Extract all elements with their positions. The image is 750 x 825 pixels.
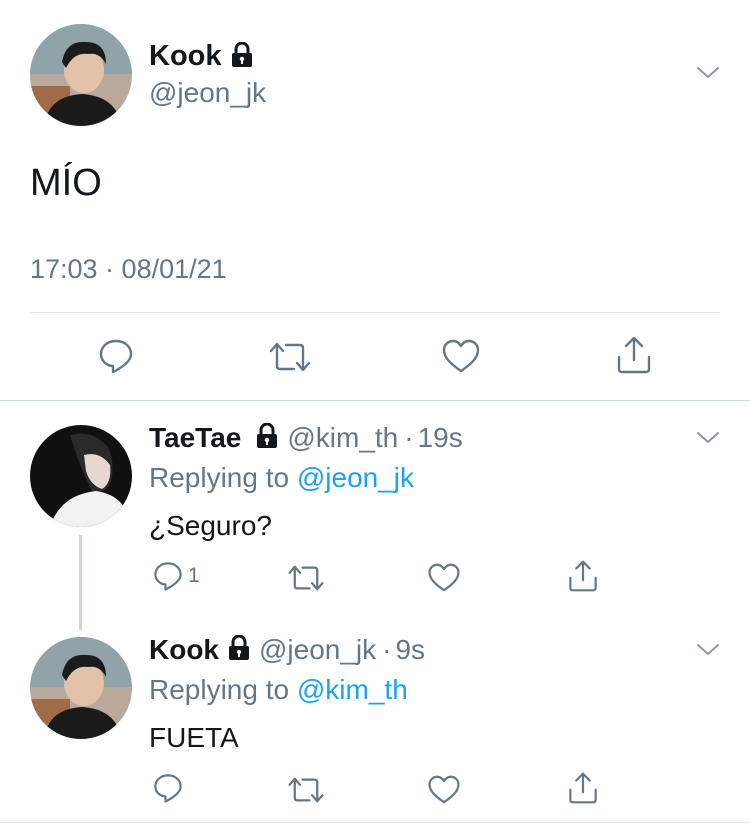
divider	[0, 822, 750, 823]
reply-display-name[interactable]: Kook	[149, 634, 219, 666]
reply-avatar[interactable]	[30, 637, 132, 739]
reply-button[interactable]	[97, 337, 135, 375]
main-tweet-text: MÍO	[30, 162, 102, 204]
reply-avatar[interactable]	[30, 425, 132, 527]
retweet-button[interactable]	[268, 340, 312, 374]
separator-dot: ·	[382, 634, 392, 665]
share-button[interactable]	[567, 771, 599, 805]
divider	[30, 312, 720, 313]
like-button[interactable]	[441, 338, 481, 374]
avatar-image	[30, 637, 132, 739]
share-icon	[617, 336, 651, 374]
reply-handle[interactable]: @kim_th	[287, 422, 398, 454]
lock-icon	[227, 634, 251, 666]
mention-link[interactable]: @jeon_jk	[297, 462, 414, 493]
reply-text: ¿Seguro?	[149, 510, 272, 541]
main-handle[interactable]: @jeon_jk	[149, 77, 266, 109]
replying-to: Replying to @jeon_jk	[149, 462, 415, 493]
reply-header: Kook @jeon_jk · 9s	[149, 634, 425, 666]
reply-time[interactable]: 19s	[418, 422, 463, 454]
chevron-down-icon[interactable]	[696, 66, 720, 85]
main-display-name[interactable]: Kook	[149, 40, 254, 76]
heart-icon	[442, 339, 480, 373]
like-button[interactable]	[427, 774, 461, 805]
reply-icon	[99, 339, 133, 374]
reply-icon	[154, 562, 182, 591]
share-icon	[569, 560, 597, 592]
divider	[0, 400, 750, 401]
lock-icon	[255, 422, 279, 454]
mention-link[interactable]: @kim_th	[297, 674, 408, 705]
retweet-icon	[269, 342, 311, 372]
like-button[interactable]	[427, 562, 461, 593]
thread-line	[79, 535, 82, 630]
share-button[interactable]	[567, 559, 599, 593]
reply-icon	[154, 774, 182, 803]
lock-icon	[230, 41, 254, 76]
reply-display-name[interactable]: TaeTae	[149, 422, 241, 454]
avatar-image	[30, 425, 132, 527]
reply-header: TaeTae @kim_th · 19s	[149, 422, 463, 454]
retweet-button[interactable]	[287, 775, 325, 805]
retweet-button[interactable]	[287, 563, 325, 593]
share-icon	[569, 772, 597, 804]
reply-button[interactable]	[152, 772, 184, 804]
heart-icon	[428, 563, 460, 592]
main-timestamp[interactable]: 17:03 · 08/01/21	[30, 254, 227, 285]
separator-dot: ·	[404, 422, 414, 453]
share-button[interactable]	[615, 335, 653, 375]
reply-text: FUETA	[149, 722, 239, 753]
chevron-down-icon[interactable]	[696, 643, 720, 662]
reply-time[interactable]: 9s	[395, 634, 425, 666]
main-avatar[interactable]	[30, 24, 132, 126]
reply-count: 1	[188, 564, 200, 587]
replying-to: Replying to @kim_th	[149, 674, 408, 705]
retweet-icon	[288, 777, 324, 803]
avatar-image	[30, 24, 132, 126]
reply-button[interactable]: 1	[152, 560, 200, 592]
retweet-icon	[288, 565, 324, 591]
heart-icon	[428, 775, 460, 804]
chevron-down-icon[interactable]	[696, 431, 720, 450]
reply-handle[interactable]: @jeon_jk	[259, 634, 376, 666]
